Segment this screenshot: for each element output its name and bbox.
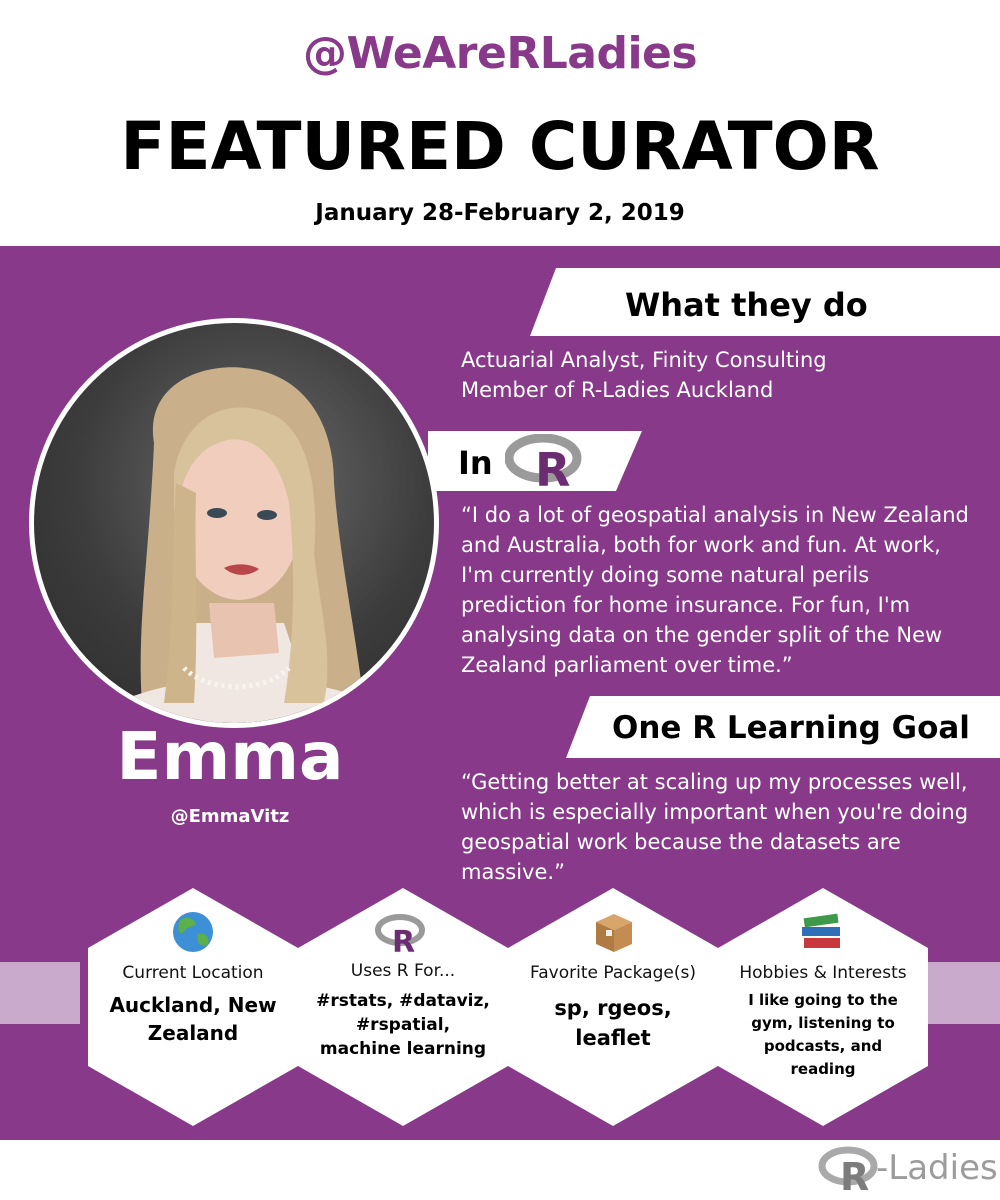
learning-goal-line: geospatial work because the datasets are (461, 830, 901, 854)
hex-favorite-packages: Favorite Package(s) sp, rgeos, leaflet (508, 888, 718, 1126)
in-r-quote-line: “I do a lot of geospatial analysis in Ne… (461, 503, 969, 527)
footer-brand: -Ladies (876, 1148, 998, 1188)
hex-label: Current Location (122, 963, 264, 983)
learning-goal-line: “Getting better at scaling up my process… (461, 770, 968, 794)
curator-twitter-handle: @EmmaVitz (170, 806, 290, 827)
svg-text:R: R (392, 925, 415, 954)
hex-value-line: reading (790, 1060, 856, 1078)
in-r-quote-line: prediction for home insurance. For fun, … (461, 593, 911, 617)
r-logo-icon: R (505, 434, 582, 490)
in-r-quote-line: I'm currently doing some natural perils (461, 563, 870, 587)
hex-value-line: leaflet (575, 1026, 651, 1050)
what-they-do-line: Member of R-Ladies Auckland (461, 378, 774, 402)
hex-value-line: Auckland, New (109, 993, 277, 1017)
in-r-heading: In (458, 444, 493, 482)
what-they-do-heading: What they do (625, 286, 868, 324)
hex-uses-r-for: R Uses R For... #rstats, #dataviz, #rspa… (298, 888, 508, 1126)
date-range: January 28-February 2, 2019 (315, 200, 685, 226)
hex-value-line: #rspatial, (355, 1015, 451, 1035)
r-logo-icon: R (375, 914, 425, 954)
hex-value-line: machine learning (319, 1039, 487, 1059)
right-band (926, 962, 1000, 1024)
learning-goal-heading: One R Learning Goal (612, 710, 970, 746)
left-band (0, 962, 80, 1024)
in-r-quote-line: and Australia, both for work and fun. At… (461, 533, 941, 557)
package-icon (596, 914, 632, 952)
in-r-quote-line: Zealand parliament over time.” (461, 653, 793, 677)
hex-label: Favorite Package(s) (530, 963, 696, 983)
learning-goal-line: which is especially important when you'r… (461, 800, 969, 824)
hex-value-line: #rstats, #dataviz, (316, 991, 490, 1011)
footer-logo-letter: R (840, 1155, 869, 1194)
hex-value-line: gym, listening to (751, 1014, 895, 1032)
hex-hobbies-interests: Hobbies & Interests I like going to the … (718, 888, 928, 1126)
curator-portrait (29, 318, 439, 728)
books-icon (802, 913, 840, 948)
hex-value-line: sp, rgeos, (554, 996, 672, 1020)
page-title: FEATURED CURATOR (120, 108, 880, 185)
hex-value-line: Zealand (147, 1021, 239, 1045)
in-r-quote-line: analysing data on the gender split of th… (461, 623, 943, 647)
learning-goal-line: massive.” (461, 860, 565, 884)
hex-current-location: Current Location Auckland, New Zealand (88, 888, 298, 1126)
handle-heading: @WeAreRLadies (302, 28, 698, 79)
curator-name: Emma (116, 718, 344, 795)
what-they-do-line: Actuarial Analyst, Finity Consulting (461, 348, 827, 372)
globe-icon (173, 912, 213, 952)
hex-value-line: podcasts, and (763, 1037, 883, 1055)
hex-label: Uses R For... (350, 961, 456, 981)
r-logo-letter: R (535, 443, 570, 490)
hex-label: Hobbies & Interests (739, 963, 907, 983)
hex-value-line: I like going to the (748, 991, 898, 1009)
